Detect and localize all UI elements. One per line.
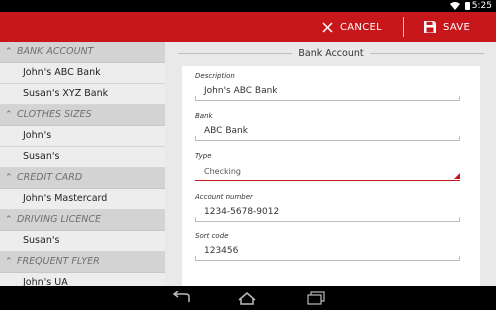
- bank-input[interactable]: ABC Bank: [195, 123, 460, 141]
- wifi-icon: [450, 2, 460, 10]
- description-input[interactable]: John's ABC Bank: [195, 83, 460, 101]
- chevron-up-icon: ⌃: [5, 47, 13, 57]
- navigation-bar: [0, 286, 496, 310]
- detail-pane: Bank Account Description John's ABC Bank…: [165, 42, 496, 308]
- chevron-up-icon: ⌃: [5, 110, 13, 120]
- sidebar-header-bank-account[interactable]: ⌃ BANK ACCOUNT: [0, 42, 165, 63]
- sort-code-input[interactable]: 123456: [195, 243, 460, 261]
- field-label: Bank: [195, 112, 213, 120]
- account-number-field: Account number 1234-5678-9012: [195, 193, 460, 222]
- status-time: 5:25: [471, 1, 492, 11]
- sidebar-header-driving-licence[interactable]: ⌃ DRIVING LICENCE: [0, 210, 165, 231]
- form-card: Description John's ABC Bank Bank ABC Ban…: [182, 66, 480, 308]
- home-icon[interactable]: [237, 291, 257, 305]
- field-label: Sort code: [195, 232, 229, 240]
- save-label: SAVE: [443, 21, 471, 33]
- sidebar-item[interactable]: John's ABC Bank: [0, 63, 165, 84]
- sidebar-item[interactable]: Susan's: [0, 231, 165, 252]
- action-divider: [403, 17, 404, 37]
- sidebar-header-frequent-flyer[interactable]: ⌃ FREQUENT FLYER: [0, 252, 165, 273]
- sidebar-item[interactable]: John's Mastercard: [0, 189, 165, 210]
- sidebar: ⌃ BANK ACCOUNT John's ABC Bank Susan's X…: [0, 42, 165, 286]
- sidebar-item[interactable]: Susan's XYZ Bank: [0, 84, 165, 105]
- sidebar-item[interactable]: Susan's: [0, 147, 165, 168]
- close-icon: [322, 21, 333, 33]
- form-title: Bank Account: [178, 46, 484, 60]
- type-select[interactable]: Checking: [195, 163, 460, 181]
- type-select-value: Checking: [204, 167, 241, 176]
- sidebar-item[interactable]: John's UA: [0, 273, 165, 286]
- status-bar: 5:25: [0, 0, 496, 12]
- recent-apps-icon[interactable]: [306, 291, 326, 305]
- field-label: Type: [195, 152, 212, 160]
- sort-code-field: Sort code 123456: [195, 232, 460, 261]
- sidebar-header-credit-card[interactable]: ⌃ CREDIT CARD: [0, 168, 165, 189]
- dropdown-triangle-icon: [454, 173, 460, 179]
- battery-icon: [465, 2, 470, 10]
- save-icon: [424, 21, 436, 33]
- back-icon[interactable]: [171, 291, 191, 305]
- action-bar: CANCEL SAVE: [0, 12, 496, 42]
- sidebar-header-clothes-sizes[interactable]: ⌃ CLOTHES SIZES: [0, 105, 165, 126]
- bank-field: Bank ABC Bank: [195, 112, 460, 141]
- chevron-up-icon: ⌃: [5, 257, 13, 267]
- field-label: Account number: [195, 193, 253, 201]
- cancel-label: CANCEL: [340, 21, 382, 33]
- chevron-up-icon: ⌃: [5, 173, 13, 183]
- description-field: Description John's ABC Bank: [195, 72, 460, 101]
- account-number-input[interactable]: 1234-5678-9012: [195, 204, 460, 222]
- sidebar-item[interactable]: John's: [0, 126, 165, 147]
- cancel-button[interactable]: CANCEL: [322, 12, 382, 42]
- field-label: Description: [195, 72, 235, 80]
- save-button[interactable]: SAVE: [424, 12, 470, 42]
- type-field: Type Checking: [195, 152, 460, 181]
- chevron-up-icon: ⌃: [5, 215, 13, 225]
